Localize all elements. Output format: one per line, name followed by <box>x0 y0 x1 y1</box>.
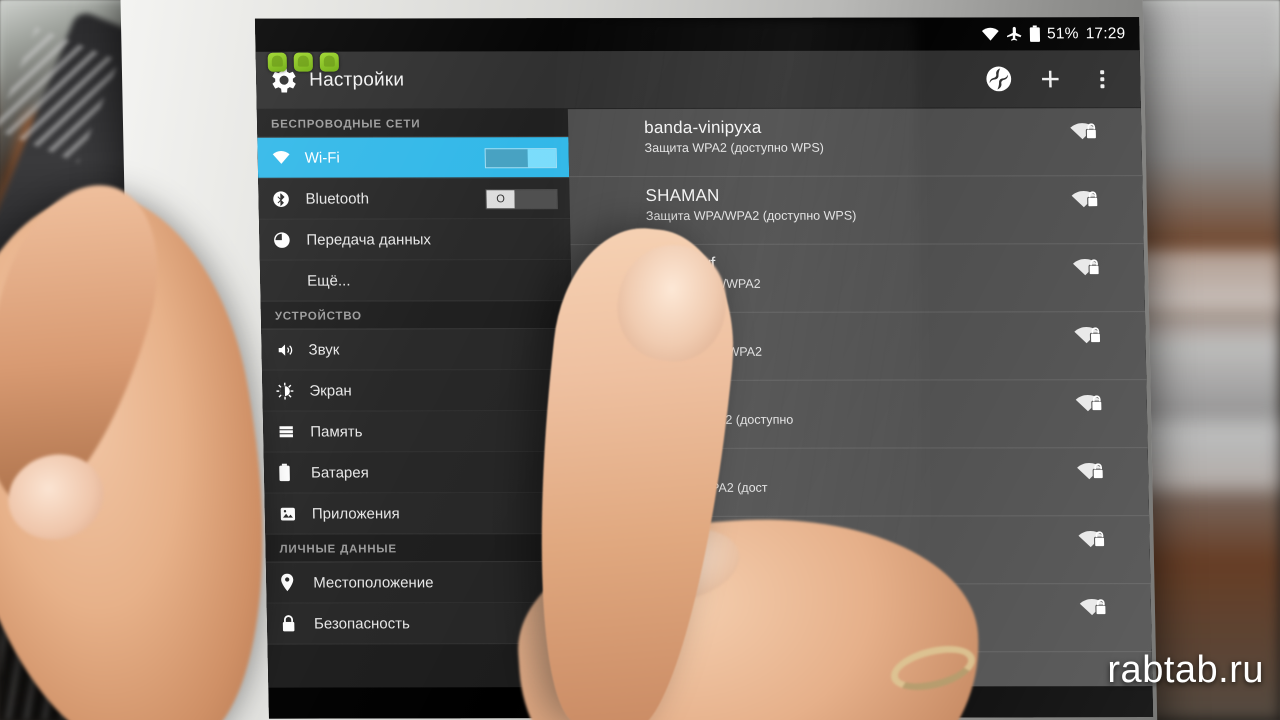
status-clock: 17:29 <box>1085 24 1126 42</box>
toggle-track <box>485 149 528 168</box>
sidebar-item-label: Передача данных <box>306 230 432 249</box>
battery-icon <box>1029 25 1040 42</box>
toggle-knob <box>527 149 556 168</box>
sidebar-item-label: Wi-Fi <box>304 149 340 167</box>
wifi-icon <box>272 150 297 165</box>
wifi-secured-icon <box>1072 256 1103 283</box>
airplane-mode-icon <box>1006 26 1022 41</box>
sidebar-item-label: Приложения <box>311 504 400 523</box>
sidebar-item-display[interactable]: Экран <box>261 370 574 412</box>
sidebar-item-label: Безопасность <box>313 614 410 633</box>
sidebar-item-label: Ещё... <box>307 272 351 290</box>
battery-percent: 51% <box>1046 24 1079 42</box>
sound-icon <box>275 341 300 358</box>
sidebar-item-label: Батарея <box>310 463 369 482</box>
android-notification-icon <box>319 52 340 72</box>
overflow-menu-icon[interactable] <box>1076 53 1129 105</box>
wifi-ssid: SHAMAN <box>645 185 720 206</box>
android-notification-icon <box>293 52 314 72</box>
notification-icons <box>267 52 340 72</box>
sidebar-item-label: Память <box>310 422 363 441</box>
sidebar-item-label: Звук <box>308 341 340 359</box>
page-title: Настройки <box>308 68 405 91</box>
sidebar-item-wifi[interactable]: Wi-Fi <box>257 137 570 179</box>
action-bar: Настройки + <box>255 50 1141 110</box>
wifi-secured-icon <box>1069 120 1100 147</box>
wifi-security: Защита WPA2 (доступно WPS) <box>644 140 825 156</box>
wifi-security: Защита WPA2 (дост <box>651 480 768 495</box>
add-network-button[interactable]: + <box>1024 53 1077 105</box>
photo-scene: 51% 17:29 Настройки + БЕСПРОВОДНЫЕ СЕТИ … <box>0 0 1280 720</box>
sidebar-item-label: Местоположение <box>313 573 434 592</box>
wifi-ssid: sveta_wf <box>647 253 1144 274</box>
wifi-secured-icon <box>1079 596 1110 623</box>
sidebar-item-more[interactable]: Ещё... <box>259 260 572 302</box>
sidebar-item-storage[interactable]: Память <box>262 411 575 453</box>
watermark: rabtab.ru <box>1107 649 1264 691</box>
wifi-secured-icon <box>1073 324 1104 351</box>
sidebar-item-sound[interactable]: Звук <box>261 329 574 371</box>
data-usage-icon <box>273 231 298 248</box>
lock-icon <box>281 615 306 633</box>
toggle-knob: O <box>486 190 515 209</box>
settings-sidebar: БЕСПРОВОДНЫЕ СЕТИ Wi-Fi Bluetooth O Пере… <box>256 109 580 688</box>
wifi-secured-icon <box>1075 392 1106 419</box>
sidebar-item-label: Bluetooth <box>305 190 370 208</box>
sidebar-section-header-wireless: БЕСПРОВОДНЫЕ СЕТИ <box>256 109 569 138</box>
bluetooth-icon <box>272 190 297 207</box>
wifi-secured-icon <box>1076 460 1107 487</box>
apps-icon <box>279 505 304 522</box>
android-notification-icon <box>267 52 288 72</box>
bluetooth-toggle[interactable]: O <box>485 189 558 210</box>
wps-icon[interactable] <box>972 53 1025 105</box>
location-pin-icon <box>280 573 305 592</box>
sidebar-item-location[interactable]: Местоположение <box>265 562 578 604</box>
wifi-secured-icon <box>1077 528 1108 555</box>
sidebar-item-data-usage[interactable]: Передача данных <box>258 219 571 261</box>
toggle-track <box>514 190 557 209</box>
wifi-toggle[interactable] <box>484 148 557 169</box>
battery-icon <box>278 463 303 482</box>
sidebar-item-label: Экран <box>309 381 352 400</box>
sidebar-item-bluetooth[interactable]: Bluetooth O <box>258 178 571 220</box>
sidebar-item-apps[interactable]: Приложения <box>264 493 577 535</box>
wifi-icon <box>981 27 999 41</box>
wifi-secured-icon <box>1071 188 1102 215</box>
sidebar-section-header-personal: ЛИЧНЫЕ ДАННЫЕ <box>265 534 577 563</box>
sidebar-item-battery[interactable]: Батарея <box>263 452 576 494</box>
display-icon <box>276 382 301 400</box>
wifi-network-row[interactable]: banda-vinipyxa Защита WPA2 (доступно WPS… <box>567 108 1143 178</box>
sidebar-section-header-device: УСТРОЙСТВО <box>260 301 573 330</box>
status-bar: 51% 17:29 <box>254 17 1140 52</box>
wifi-security: Защита WPA/WPA2 (доступно WPS) <box>645 208 857 224</box>
wifi-ssid: FEIA <box>651 457 1148 478</box>
wifi-ssid: banda-vinipyxa <box>644 117 762 138</box>
plus-icon: + <box>1039 59 1061 98</box>
overflow-dots <box>1100 69 1105 88</box>
storage-icon <box>277 424 302 440</box>
